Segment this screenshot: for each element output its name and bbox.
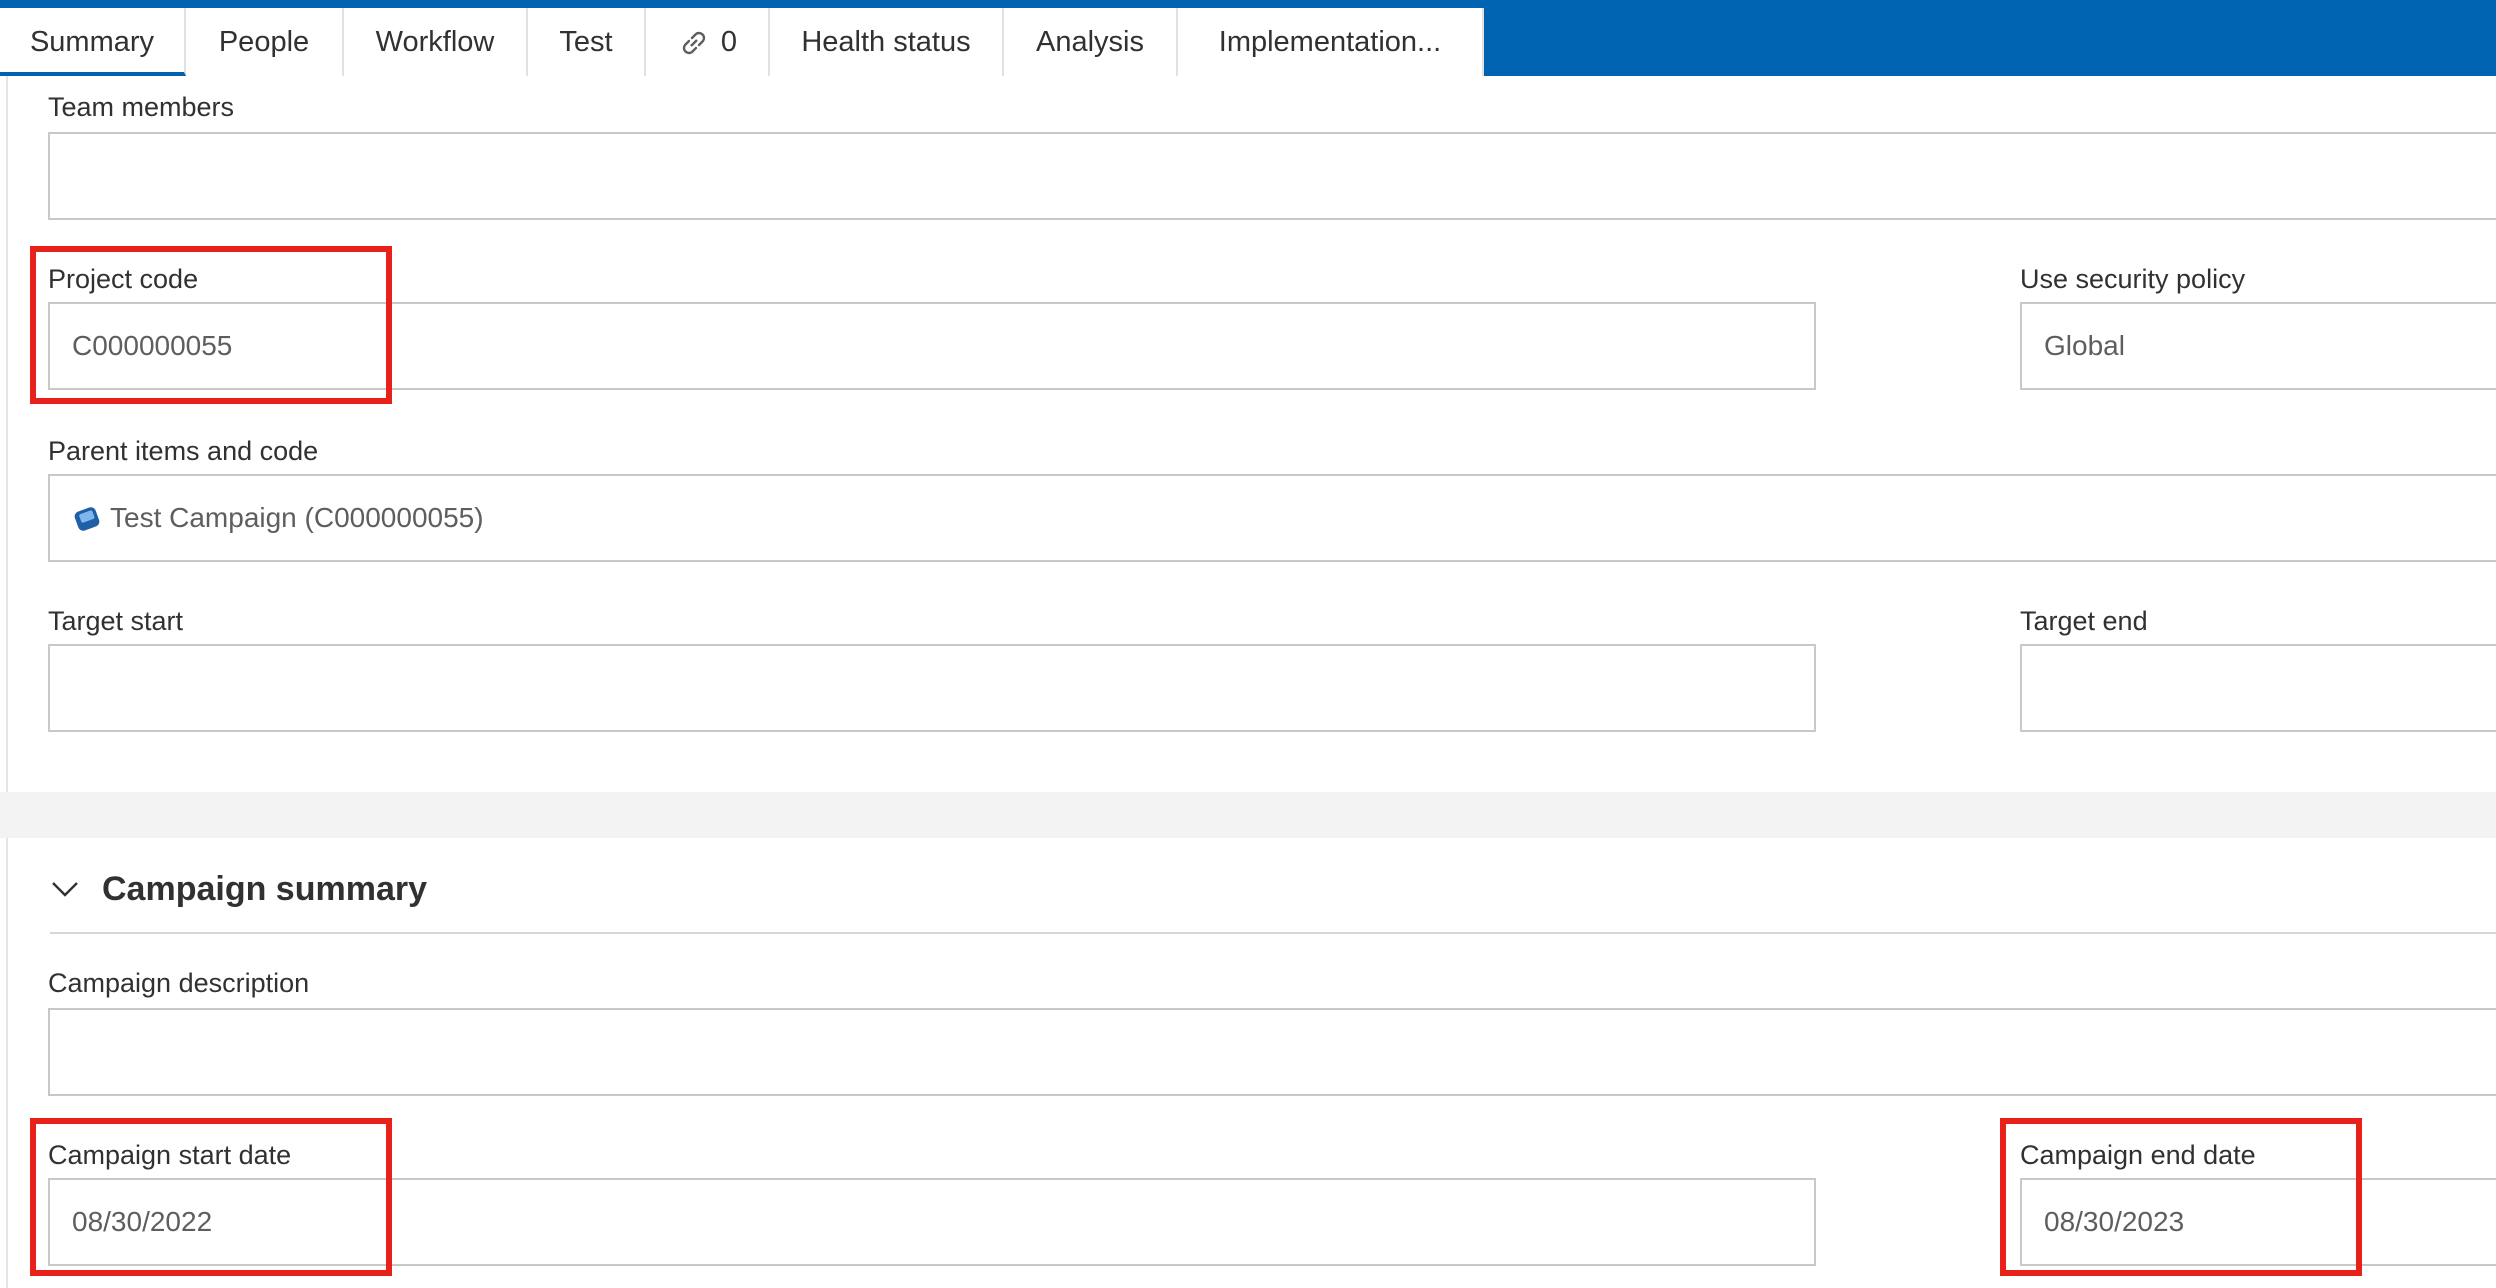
tab-people-label: People bbox=[218, 26, 310, 58]
tab-summary[interactable]: Summary bbox=[0, 8, 186, 76]
parent-items-value[interactable]: Test Campaign (C000000055) bbox=[110, 502, 484, 533]
project-code-field[interactable]: C000000055 bbox=[48, 302, 1816, 390]
target-start-label: Target start bbox=[48, 606, 184, 636]
tab-bar: Summary People Workflow Test 0 Health st… bbox=[0, 0, 2496, 76]
security-policy-field[interactable]: Global bbox=[2020, 302, 2496, 390]
campaign-end-date-label: Campaign end date bbox=[2020, 1140, 2256, 1170]
campaign-end-date-field[interactable]: 08/30/2023 bbox=[2020, 1178, 2496, 1266]
campaign-start-date-label: Campaign start date bbox=[48, 1140, 292, 1170]
parent-items-label: Parent items and code bbox=[48, 436, 319, 466]
target-end-field[interactable] bbox=[2020, 644, 2496, 732]
team-members-label: Team members bbox=[48, 92, 235, 122]
tab-test[interactable]: Test bbox=[528, 8, 646, 76]
tab-people[interactable]: People bbox=[186, 8, 344, 76]
tab-links[interactable]: 0 bbox=[646, 8, 770, 76]
tab-implementation[interactable]: Implementation... bbox=[1178, 8, 1484, 76]
security-policy-label: Use security policy bbox=[2020, 264, 2246, 294]
campaign-icon bbox=[74, 506, 100, 531]
chevron-down-icon[interactable] bbox=[50, 874, 80, 904]
section-divider bbox=[50, 932, 2496, 934]
section-separator bbox=[0, 792, 2496, 838]
tab-workflow-label: Workflow bbox=[375, 26, 495, 58]
target-end-label: Target end bbox=[2020, 606, 2148, 636]
campaign-description-field[interactable] bbox=[48, 1008, 2496, 1096]
campaign-summary-title: Campaign summary bbox=[102, 869, 427, 908]
campaign-summary-header[interactable]: Campaign summary bbox=[50, 864, 427, 914]
target-start-field[interactable] bbox=[48, 644, 1816, 732]
tab-health-status-label: Health status bbox=[801, 26, 971, 58]
campaign-start-date-field[interactable]: 08/30/2022 bbox=[48, 1178, 1816, 1266]
team-members-field[interactable] bbox=[48, 132, 2496, 220]
parent-items-field[interactable]: Test Campaign (C000000055) bbox=[48, 474, 2496, 562]
tab-analysis[interactable]: Analysis bbox=[1004, 8, 1178, 76]
tab-workflow[interactable]: Workflow bbox=[344, 8, 528, 76]
tab-health-status[interactable]: Health status bbox=[770, 8, 1004, 76]
project-code-label: Project code bbox=[48, 264, 199, 294]
tab-implementation-label: Implementation... bbox=[1218, 26, 1442, 58]
tab-analysis-label: Analysis bbox=[1036, 26, 1144, 58]
tab-links-count: 0 bbox=[720, 26, 738, 58]
tab-test-label: Test bbox=[559, 26, 613, 58]
link-icon bbox=[682, 32, 706, 55]
campaign-description-label: Campaign description bbox=[48, 968, 310, 998]
tab-summary-label: Summary bbox=[29, 26, 155, 58]
